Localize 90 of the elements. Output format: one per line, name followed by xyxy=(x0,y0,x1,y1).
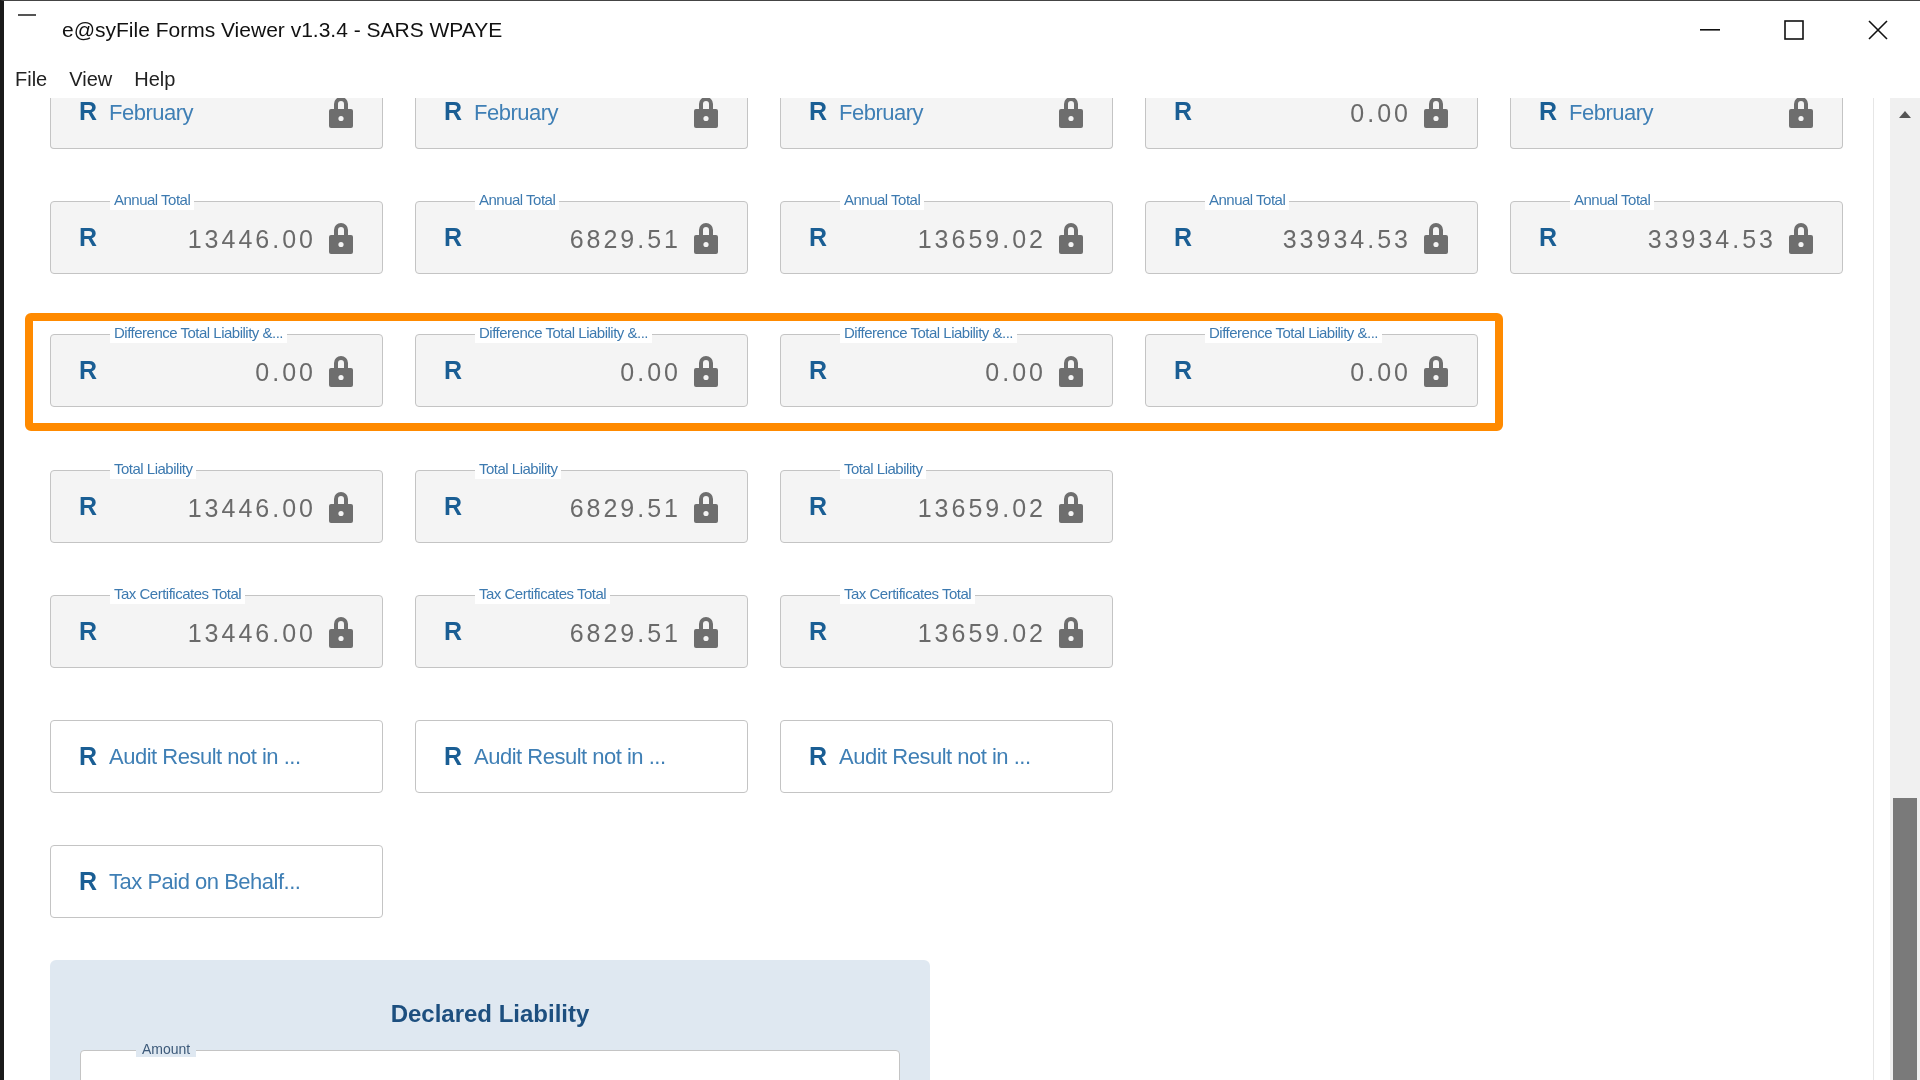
currency-prefix: R xyxy=(809,98,828,128)
currency-prefix: R xyxy=(1539,98,1558,128)
input-field[interactable]: R February xyxy=(1510,98,1843,149)
scrollbar-thumb[interactable] xyxy=(1893,798,1917,1080)
lock-icon xyxy=(1788,220,1814,255)
scrollbar[interactable] xyxy=(1890,98,1920,1080)
lock-icon xyxy=(693,353,719,388)
currency-prefix: R xyxy=(79,740,98,772)
panel-title: Declared Liability xyxy=(390,999,590,1029)
input-field[interactable]: R February xyxy=(415,98,748,149)
input-field[interactable]: R 0.00 xyxy=(1145,98,1478,149)
lock-icon xyxy=(1058,220,1084,255)
input-field[interactable]: R February xyxy=(50,98,383,149)
lock-icon xyxy=(1423,98,1449,129)
currency-prefix: R xyxy=(809,490,828,522)
field-value: 0.00 xyxy=(1350,98,1411,130)
field-value: 0.00 xyxy=(255,356,316,388)
lock-icon xyxy=(328,353,354,388)
field-value: Audit Result not in ... xyxy=(839,743,1031,771)
window-title: e@syFile Forms Viewer v1.3.4 - SARS WPAYE xyxy=(62,17,503,44)
field-value: Tax Paid on Behalf... xyxy=(109,868,301,896)
currency-prefix: R xyxy=(1174,354,1193,386)
lock-icon xyxy=(1058,614,1084,649)
currency-prefix: R xyxy=(79,865,98,897)
field-value: 6829.51 xyxy=(569,223,681,255)
field-value: 6829.51 xyxy=(569,617,681,649)
field-value: February xyxy=(474,98,559,127)
menu-item[interactable]: View xyxy=(69,63,113,94)
currency-prefix: R xyxy=(79,98,98,128)
lock-icon xyxy=(1058,98,1084,129)
lock-icon xyxy=(693,220,719,255)
field-value: 13659.02 xyxy=(917,492,1046,524)
input-field[interactable]: R Audit Result not in ... xyxy=(415,720,748,793)
scroll-up-arrow-icon xyxy=(1899,111,1911,118)
currency-prefix: R xyxy=(1174,221,1193,253)
currency-prefix: R xyxy=(444,490,463,522)
lock-icon xyxy=(693,614,719,649)
lock-icon xyxy=(1423,220,1449,255)
field-value: 13446.00 xyxy=(187,492,316,524)
field-value: 0.00 xyxy=(620,356,681,388)
currency-prefix: R xyxy=(444,98,463,128)
currency-prefix: R xyxy=(1539,221,1558,253)
field-value: 13446.00 xyxy=(187,617,316,649)
field-value: Audit Result not in ... xyxy=(474,743,666,771)
lock-icon xyxy=(1423,353,1449,388)
input-field[interactable]: R Audit Result not in ... xyxy=(780,720,1113,793)
lock-icon xyxy=(693,98,719,129)
minimize-icon xyxy=(1700,29,1720,31)
currency-prefix: R xyxy=(444,740,463,772)
input-field[interactable]: R Audit Result not in ... xyxy=(50,720,383,793)
lock-icon xyxy=(1058,353,1084,388)
currency-prefix: R xyxy=(79,490,98,522)
lock-icon xyxy=(693,489,719,524)
field-label: Amount xyxy=(136,1041,197,1057)
field-value: 13659.02 xyxy=(917,223,1046,255)
currency-prefix: R xyxy=(444,354,463,386)
input-field[interactable]: R February xyxy=(780,98,1113,149)
lock-icon xyxy=(1058,489,1084,524)
field-value: 13659.02 xyxy=(917,617,1046,649)
app-icon xyxy=(18,14,36,18)
currency-prefix: R xyxy=(79,354,98,386)
menu-item[interactable]: Help xyxy=(134,63,176,94)
currency-prefix: R xyxy=(444,615,463,647)
field-value: 0.00 xyxy=(985,356,1046,388)
field-value: February xyxy=(109,98,194,127)
currency-prefix: R xyxy=(444,221,463,253)
currency-prefix: R xyxy=(809,615,828,647)
field-value: February xyxy=(1569,98,1654,127)
field-value: 6829.51 xyxy=(569,492,681,524)
currency-prefix: R xyxy=(809,221,828,253)
currency-prefix: R xyxy=(1174,98,1193,128)
field-value: 13446.00 xyxy=(187,223,316,255)
field-value: 0.00 xyxy=(1350,356,1411,388)
lock-icon xyxy=(1788,98,1814,129)
lock-icon xyxy=(328,98,354,129)
currency-prefix: R xyxy=(809,740,828,772)
maximize-icon xyxy=(1784,20,1804,40)
lock-icon xyxy=(328,489,354,524)
field-value: 33934.53 xyxy=(1647,223,1776,255)
lock-icon xyxy=(328,614,354,649)
currency-prefix: R xyxy=(79,221,98,253)
field-value: 33934.53 xyxy=(1282,223,1411,255)
currency-prefix: R xyxy=(79,615,98,647)
currency-prefix: R xyxy=(809,354,828,386)
menu-item[interactable]: File xyxy=(15,63,48,94)
input-field[interactable]: R Tax Paid on Behalf... xyxy=(50,845,383,918)
lock-icon xyxy=(328,220,354,255)
field-value: February xyxy=(839,98,924,127)
field-value: Audit Result not in ... xyxy=(109,743,301,771)
close-icon xyxy=(1868,20,1888,40)
